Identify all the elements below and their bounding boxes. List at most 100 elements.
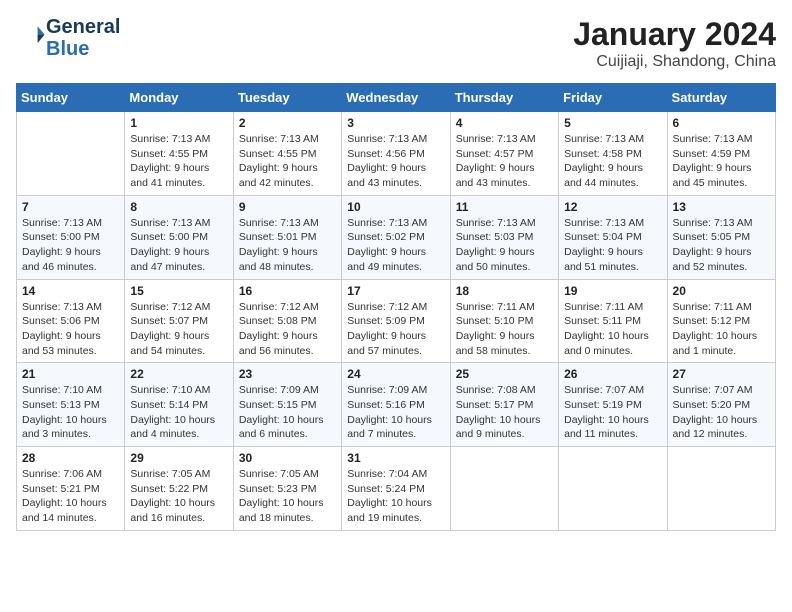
cell-info: Sunrise: 7:13 AMSunset: 5:00 PMDaylight:…	[130, 216, 227, 275]
weekday-header: Saturday	[667, 84, 775, 112]
logo: General Blue	[16, 16, 120, 60]
day-number: 17	[347, 284, 444, 298]
weekday-header: Friday	[559, 84, 667, 112]
calendar-cell: 27 Sunrise: 7:07 AMSunset: 5:20 PMDayligh…	[667, 363, 775, 447]
day-number: 14	[22, 284, 119, 298]
cell-info: Sunrise: 7:06 AMSunset: 5:21 PMDaylight:…	[22, 467, 119, 526]
calendar-cell: 17 Sunrise: 7:12 AMSunset: 5:09 PMDayligh…	[342, 279, 450, 363]
page-header: General Blue January 2024 Cuijiaji, Shan…	[16, 16, 776, 71]
cell-info: Sunrise: 7:13 AMSunset: 4:59 PMDaylight:…	[673, 132, 770, 191]
cell-info: Sunrise: 7:11 AMSunset: 5:12 PMDaylight:…	[673, 300, 770, 359]
calendar-cell: 19Sunrise: 7:11 AMSunset: 5:11 PMDayligh…	[559, 279, 667, 363]
calendar-cell: 1Sunrise: 7:13 AMSunset: 4:55 PMDaylight…	[125, 112, 233, 196]
calendar-cell: 31 Sunrise: 7:04 AMSunset: 5:24 PMDayligh…	[342, 447, 450, 531]
month-title: January 2024	[573, 16, 776, 53]
calendar-cell: 21 Sunrise: 7:10 AMSunset: 5:13 PMDayligh…	[17, 363, 125, 447]
day-number: 4	[456, 116, 553, 130]
day-number: 7	[22, 200, 119, 214]
day-number: 30	[239, 451, 336, 465]
cell-info: Sunrise: 7:12 AMSunset: 5:07 PMDaylight:…	[130, 300, 227, 359]
day-number: 26	[564, 367, 661, 381]
calendar-cell: 22 Sunrise: 7:10 AMSunset: 5:14 PMDayligh…	[125, 363, 233, 447]
title-block: January 2024 Cuijiaji, Shandong, China	[573, 16, 776, 71]
day-number: 16	[239, 284, 336, 298]
cell-info: Sunrise: 7:13 AMSunset: 4:55 PMDaylight:…	[239, 132, 336, 191]
cell-info: Sunrise: 7:13 AMSunset: 5:06 PMDaylight:…	[22, 300, 119, 359]
calendar-cell	[667, 447, 775, 531]
day-number: 19	[564, 284, 661, 298]
cell-info: Sunrise: 7:04 AMSunset: 5:24 PMDaylight:…	[347, 467, 444, 526]
cell-info: Sunrise: 7:13 AMSunset: 5:00 PMDaylight:…	[22, 216, 119, 275]
calendar-week-row: 21 Sunrise: 7:10 AMSunset: 5:13 PMDayligh…	[17, 363, 776, 447]
cell-info: Sunrise: 7:13 AMSunset: 5:04 PMDaylight:…	[564, 216, 661, 275]
day-number: 12	[564, 200, 661, 214]
cell-info: Sunrise: 7:05 AMSunset: 5:22 PMDaylight:…	[130, 467, 227, 526]
calendar-table: SundayMondayTuesdayWednesdayThursdayFrid…	[16, 83, 776, 531]
calendar-cell: 28 Sunrise: 7:06 AMSunset: 5:21 PMDayligh…	[17, 447, 125, 531]
calendar-cell: 5 Sunrise: 7:13 AMSunset: 4:58 PMDaylight…	[559, 112, 667, 196]
cell-info: Sunrise: 7:13 AMSunset: 5:05 PMDaylight:…	[673, 216, 770, 275]
cell-info: Sunrise: 7:07 AMSunset: 5:20 PMDaylight:…	[673, 383, 770, 442]
cell-info: Sunrise: 7:13 AMSunset: 4:58 PMDaylight:…	[564, 132, 661, 191]
calendar-week-row: 28 Sunrise: 7:06 AMSunset: 5:21 PMDayligh…	[17, 447, 776, 531]
day-number: 28	[22, 451, 119, 465]
calendar-cell: 8 Sunrise: 7:13 AMSunset: 5:00 PMDaylight…	[125, 195, 233, 279]
calendar-week-row: 14 Sunrise: 7:13 AMSunset: 5:06 PMDayligh…	[17, 279, 776, 363]
day-number: 24	[347, 367, 444, 381]
calendar-cell: 26 Sunrise: 7:07 AMSunset: 5:19 PMDayligh…	[559, 363, 667, 447]
cell-info: Sunrise: 7:07 AMSunset: 5:19 PMDaylight:…	[564, 383, 661, 442]
cell-info: Sunrise: 7:09 AMSunset: 5:15 PMDaylight:…	[239, 383, 336, 442]
weekday-header: Wednesday	[342, 84, 450, 112]
calendar-cell: 24 Sunrise: 7:09 AMSunset: 5:16 PMDayligh…	[342, 363, 450, 447]
calendar-cell: 11Sunrise: 7:13 AMSunset: 5:03 PMDayligh…	[450, 195, 558, 279]
day-number: 3	[347, 116, 444, 130]
calendar-cell: 16 Sunrise: 7:12 AMSunset: 5:08 PMDayligh…	[233, 279, 341, 363]
day-number: 22	[130, 367, 227, 381]
day-number: 23	[239, 367, 336, 381]
cell-info: Sunrise: 7:13 AMSunset: 5:02 PMDaylight:…	[347, 216, 444, 275]
calendar-cell: 20Sunrise: 7:11 AMSunset: 5:12 PMDayligh…	[667, 279, 775, 363]
calendar-cell: 15Sunrise: 7:12 AMSunset: 5:07 PMDayligh…	[125, 279, 233, 363]
day-number: 10	[347, 200, 444, 214]
day-number: 13	[673, 200, 770, 214]
logo-general: General	[46, 16, 120, 38]
calendar-cell: 29Sunrise: 7:05 AMSunset: 5:22 PMDayligh…	[125, 447, 233, 531]
calendar-cell	[450, 447, 558, 531]
calendar-cell: 18Sunrise: 7:11 AMSunset: 5:10 PMDayligh…	[450, 279, 558, 363]
calendar-cell: 30 Sunrise: 7:05 AMSunset: 5:23 PMDayligh…	[233, 447, 341, 531]
cell-info: Sunrise: 7:13 AMSunset: 4:56 PMDaylight:…	[347, 132, 444, 191]
cell-info: Sunrise: 7:12 AMSunset: 5:08 PMDaylight:…	[239, 300, 336, 359]
day-number: 5	[564, 116, 661, 130]
calendar-cell: 7 Sunrise: 7:13 AMSunset: 5:00 PMDaylight…	[17, 195, 125, 279]
calendar-cell: 10 Sunrise: 7:13 AMSunset: 5:02 PMDayligh…	[342, 195, 450, 279]
cell-info: Sunrise: 7:05 AMSunset: 5:23 PMDaylight:…	[239, 467, 336, 526]
cell-info: Sunrise: 7:10 AMSunset: 5:14 PMDaylight:…	[130, 383, 227, 442]
day-number: 25	[456, 367, 553, 381]
weekday-header: Thursday	[450, 84, 558, 112]
day-number: 31	[347, 451, 444, 465]
day-number: 8	[130, 200, 227, 214]
weekday-header: Monday	[125, 84, 233, 112]
calendar-cell: 2Sunrise: 7:13 AMSunset: 4:55 PMDaylight…	[233, 112, 341, 196]
day-number: 6	[673, 116, 770, 130]
cell-info: Sunrise: 7:09 AMSunset: 5:16 PMDaylight:…	[347, 383, 444, 442]
cell-info: Sunrise: 7:11 AMSunset: 5:10 PMDaylight:…	[456, 300, 553, 359]
calendar-cell	[17, 112, 125, 196]
cell-info: Sunrise: 7:13 AMSunset: 5:03 PMDaylight:…	[456, 216, 553, 275]
cell-info: Sunrise: 7:10 AMSunset: 5:13 PMDaylight:…	[22, 383, 119, 442]
cell-info: Sunrise: 7:08 AMSunset: 5:17 PMDaylight:…	[456, 383, 553, 442]
calendar-cell: 25 Sunrise: 7:08 AMSunset: 5:17 PMDayligh…	[450, 363, 558, 447]
logo-blue: Blue	[46, 38, 89, 60]
cell-info: Sunrise: 7:13 AMSunset: 5:01 PMDaylight:…	[239, 216, 336, 275]
calendar-cell: 12 Sunrise: 7:13 AMSunset: 5:04 PMDayligh…	[559, 195, 667, 279]
cell-info: Sunrise: 7:12 AMSunset: 5:09 PMDaylight:…	[347, 300, 444, 359]
calendar-cell: 6 Sunrise: 7:13 AMSunset: 4:59 PMDaylight…	[667, 112, 775, 196]
calendar-cell: 3 Sunrise: 7:13 AMSunset: 4:56 PMDaylight…	[342, 112, 450, 196]
day-number: 9	[239, 200, 336, 214]
day-number: 27	[673, 367, 770, 381]
calendar-week-row: 1 Sunrise: 7:13 AMSunset: 4:55 PMDaylight…	[17, 112, 776, 196]
day-number: 1	[130, 116, 227, 130]
calendar-week-row: 7 Sunrise: 7:13 AMSunset: 5:00 PMDaylight…	[17, 195, 776, 279]
cell-info: Sunrise: 7:13 AMSunset: 4:57 PMDaylight:…	[456, 132, 553, 191]
day-number: 21	[22, 367, 119, 381]
